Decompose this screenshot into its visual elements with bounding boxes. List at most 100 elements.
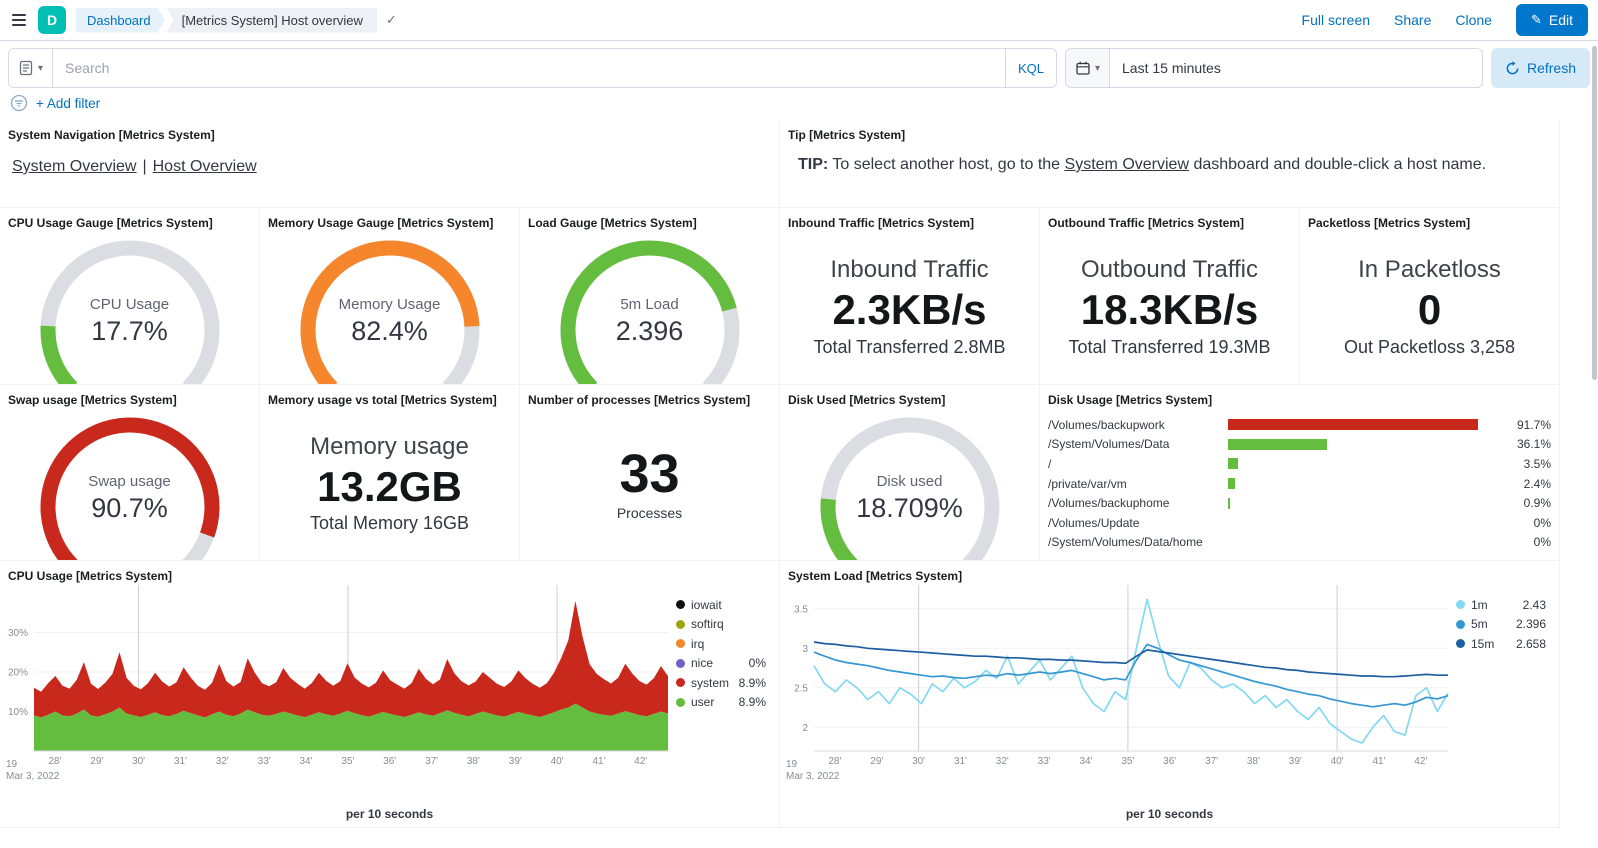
legend-value: 0%	[749, 656, 766, 670]
calendar-menu-button[interactable]: ▾	[1066, 49, 1110, 87]
svg-text:33': 33'	[1038, 756, 1051, 767]
disk-percent-value: 0%	[1501, 535, 1551, 549]
chart-x-axis-title: per 10 seconds	[780, 807, 1559, 821]
system-load-line-chart[interactable]: 22.533.528'29'30'31'32'33'34'35'36'37'38…	[780, 583, 1456, 795]
breadcrumb-page-title[interactable]: [Metrics System] Host overview	[167, 8, 377, 33]
time-range-value[interactable]: Last 15 minutes	[1110, 49, 1482, 87]
kql-button[interactable]: KQL	[1005, 49, 1056, 87]
legend-item-nice[interactable]: nice0%	[676, 654, 766, 674]
date-picker-group: ▾ Last 15 minutes	[1065, 48, 1483, 88]
panel-title[interactable]: System Navigation [Metrics System]	[0, 120, 779, 142]
cpu-chart-legend: iowaitsoftirqirqnice0%system8.9%user8.9%	[676, 583, 776, 809]
legend-item-softirq[interactable]: softirq	[676, 615, 766, 635]
panel-title[interactable]: Outbound Traffic [Metrics System]	[1040, 208, 1299, 230]
clone-link[interactable]: Clone	[1455, 12, 1492, 28]
add-filter-link[interactable]: + Add filter	[36, 96, 100, 111]
disk-percent-value: 2.4%	[1501, 477, 1551, 491]
panel-title[interactable]: Tip [Metrics System]	[780, 120, 1559, 142]
gauge-value: 17.7%	[27, 316, 233, 347]
space-avatar[interactable]: D	[38, 6, 66, 34]
panel-title[interactable]: CPU Usage Gauge [Metrics System]	[0, 208, 259, 230]
check-icon[interactable]: ✓	[386, 12, 397, 28]
panel-title[interactable]: Memory Usage Gauge [Metrics System]	[260, 208, 519, 230]
panel-title[interactable]: Memory usage vs total [Metrics System]	[260, 385, 519, 407]
legend-name: system	[691, 676, 733, 690]
menu-icon[interactable]	[10, 10, 28, 30]
svg-text:28': 28'	[828, 756, 841, 767]
panel-disk-used-gauge: Disk Used [Metrics System] Disk used 18.…	[780, 385, 1040, 561]
legend-item-15m[interactable]: 15m2.658	[1456, 634, 1546, 654]
svg-text:32': 32'	[996, 756, 1009, 767]
svg-text:41': 41'	[592, 756, 605, 767]
disk-usage-row: /3.5%	[1048, 454, 1551, 474]
search-input[interactable]	[53, 49, 1005, 87]
system-overview-link[interactable]: System Overview	[12, 158, 136, 175]
legend-item-5m[interactable]: 5m2.396	[1456, 615, 1546, 635]
panel-title[interactable]: System Load [Metrics System]	[780, 561, 1559, 583]
gauge-label: CPU Usage	[27, 296, 233, 313]
panel-title[interactable]: Packetloss [Metrics System]	[1300, 208, 1559, 230]
disk-path-label: /Volumes/backupwork	[1048, 418, 1228, 432]
panel-title[interactable]: CPU Usage [Metrics System]	[0, 561, 779, 583]
disk-usage-row: /private/var/vm2.4%	[1048, 474, 1551, 494]
panel-outbound-traffic: Outbound Traffic [Metrics System] Outbou…	[1040, 208, 1300, 385]
svg-text:37': 37'	[425, 756, 438, 767]
svg-text:19: 19	[6, 759, 18, 770]
svg-text:19: 19	[786, 759, 798, 770]
legend-item-user[interactable]: user8.9%	[676, 693, 766, 713]
panel-system-navigation: System Navigation [Metrics System] Syste…	[0, 120, 780, 208]
disk-percent-value: 36.1%	[1501, 437, 1551, 451]
cpu-usage-area-chart[interactable]: 10%20%30%28'29'30'31'32'33'34'35'36'37'3…	[0, 583, 676, 795]
panel-title[interactable]: Swap usage [Metrics System]	[0, 385, 259, 407]
legend-item-irq[interactable]: irq	[676, 634, 766, 654]
tip-system-overview-link[interactable]: System Overview	[1065, 156, 1189, 173]
share-link[interactable]: Share	[1394, 12, 1431, 28]
panel-title[interactable]: Load Gauge [Metrics System]	[520, 208, 779, 230]
gauge-label: Swap usage	[27, 473, 233, 490]
svg-text:35': 35'	[341, 756, 354, 767]
legend-item-1m[interactable]: 1m2.43	[1456, 595, 1546, 615]
full-screen-link[interactable]: Full screen	[1302, 12, 1370, 28]
panel-title[interactable]: Number of processes [Metrics System]	[520, 385, 779, 407]
svg-text:34': 34'	[1079, 756, 1092, 767]
refresh-button[interactable]: Refresh	[1491, 48, 1590, 88]
legend-item-system[interactable]: system8.9%	[676, 673, 766, 693]
gauge-value: 82.4%	[287, 316, 493, 347]
svg-text:36': 36'	[1163, 756, 1176, 767]
host-overview-link[interactable]: Host Overview	[153, 158, 257, 175]
legend-dot	[676, 600, 685, 609]
saved-query-menu-button[interactable]: ▾	[9, 49, 53, 87]
breadcrumb-dashboard[interactable]: Dashboard	[76, 8, 165, 33]
disk-usage-bar-chart: /Volumes/backupwork91.7%/System/Volumes/…	[1040, 407, 1559, 552]
query-bar: ▾ KQL ▾ Last 15 minutes Refresh	[0, 41, 1598, 92]
svg-text:3.5: 3.5	[794, 604, 808, 615]
metric-value: 2.3KB/s	[832, 286, 986, 334]
svg-text:38': 38'	[467, 756, 480, 767]
refresh-icon	[1505, 61, 1520, 76]
metric-value: 0	[1418, 286, 1441, 334]
panel-title[interactable]: Disk Usage [Metrics System]	[1040, 385, 1559, 407]
processes-count: 33	[619, 446, 679, 503]
scrollbar[interactable]	[1592, 46, 1597, 380]
top-bar-actions: Full screen Share Clone ✎ Edit	[1302, 4, 1588, 36]
svg-text:39': 39'	[1289, 756, 1302, 767]
edit-button[interactable]: ✎ Edit	[1516, 4, 1588, 36]
legend-item-iowait[interactable]: iowait	[676, 595, 766, 615]
legend-value: 8.9%	[739, 695, 766, 709]
metric-subtitle: Total Memory 16GB	[310, 513, 469, 534]
panel-packetloss: Packetloss [Metrics System] In Packetlos…	[1300, 208, 1560, 385]
metric-label: In Packetloss	[1358, 256, 1501, 284]
metric-subtitle: Out Packetloss 3,258	[1344, 337, 1515, 358]
panel-swap-usage-gauge: Swap usage [Metrics System] Swap usage 9…	[0, 385, 260, 561]
disk-bar	[1228, 458, 1238, 469]
legend-dot	[676, 678, 685, 687]
svg-text:40': 40'	[1331, 756, 1344, 767]
metric-label: Memory usage	[310, 433, 469, 461]
disk-used-gauge: Disk used 18.709%	[807, 411, 1013, 561]
panel-title[interactable]: Inbound Traffic [Metrics System]	[780, 208, 1039, 230]
panel-title[interactable]: Disk Used [Metrics System]	[780, 385, 1039, 407]
filter-icon[interactable]	[10, 94, 28, 112]
processes-label: Processes	[617, 505, 682, 521]
svg-text:42': 42'	[634, 756, 647, 767]
disk-bar-track	[1228, 517, 1501, 528]
